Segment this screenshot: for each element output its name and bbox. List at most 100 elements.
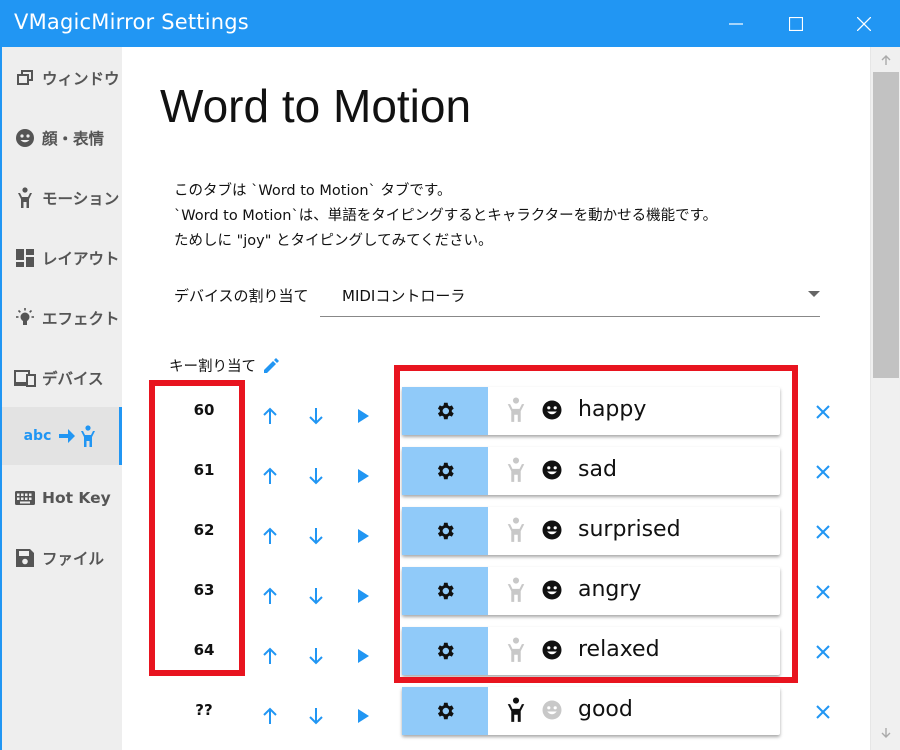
face-expression-icon bbox=[542, 700, 562, 720]
word-motion-row: 60 happy bbox=[122, 387, 870, 447]
move-up-button[interactable] bbox=[259, 705, 281, 727]
move-down-button[interactable] bbox=[305, 465, 327, 487]
sidebar-item-face[interactable]: 顔・表情 bbox=[2, 109, 122, 167]
move-up-button[interactable] bbox=[259, 525, 281, 547]
move-up-button[interactable] bbox=[259, 465, 281, 487]
sidebar-item-label: Hot Key bbox=[42, 489, 111, 507]
delete-button[interactable] bbox=[812, 461, 834, 483]
body-motion-icon bbox=[507, 637, 525, 662]
key-value[interactable]: 62 bbox=[184, 521, 224, 539]
close-icon bbox=[816, 585, 830, 599]
sidebar-item-file[interactable]: ファイル bbox=[2, 529, 122, 587]
delete-button[interactable] bbox=[812, 521, 834, 543]
close-icon bbox=[816, 405, 830, 419]
close-icon bbox=[816, 465, 830, 479]
motion-card[interactable]: relaxed bbox=[402, 627, 780, 675]
motion-word: surprised bbox=[578, 517, 681, 542]
play-button[interactable] bbox=[352, 705, 374, 727]
key-value[interactable]: 64 bbox=[184, 641, 224, 659]
motion-card[interactable]: sad bbox=[402, 447, 780, 495]
settings-button[interactable] bbox=[402, 387, 488, 435]
body-motion-icon bbox=[507, 577, 525, 602]
sidebar-item-window[interactable]: ウィンドウ bbox=[2, 49, 122, 107]
maximize-icon bbox=[789, 16, 803, 31]
word-motion-row: 63 angry bbox=[122, 567, 870, 627]
gear-icon bbox=[437, 642, 454, 660]
move-down-button[interactable] bbox=[305, 645, 327, 667]
motion-word: angry bbox=[578, 577, 642, 602]
word-motion-row: 61 sad bbox=[122, 447, 870, 507]
play-icon bbox=[358, 649, 369, 663]
minimize-button[interactable] bbox=[706, 0, 766, 47]
device-select[interactable]: MIDIコントローラ bbox=[320, 275, 820, 317]
motion-card[interactable]: good bbox=[402, 687, 780, 735]
play-button[interactable] bbox=[352, 465, 374, 487]
sidebar-item-word-to-motion[interactable]: abc bbox=[2, 407, 122, 465]
play-button[interactable] bbox=[352, 525, 374, 547]
motion-card[interactable]: angry bbox=[402, 567, 780, 615]
motion-card[interactable]: happy bbox=[402, 387, 780, 435]
keyboard-icon bbox=[14, 487, 36, 509]
arrow-up-icon bbox=[263, 527, 277, 544]
delete-button[interactable] bbox=[812, 401, 834, 423]
word-motion-row: 64 relaxed bbox=[122, 627, 870, 687]
description-line: ためしに "joy" とタイピングしてみてください。 bbox=[174, 233, 493, 249]
sidebar-item-layout[interactable]: レイアウト bbox=[2, 229, 122, 287]
sidebar-item-motion[interactable]: モーション bbox=[2, 169, 122, 227]
arrow-up-icon bbox=[263, 467, 277, 484]
gear-icon bbox=[437, 402, 454, 420]
motion-word: good bbox=[578, 697, 633, 722]
move-down-button[interactable] bbox=[305, 705, 327, 727]
move-down-button[interactable] bbox=[305, 405, 327, 427]
motion-word: relaxed bbox=[578, 637, 660, 662]
body-motion-icon bbox=[507, 397, 525, 422]
arrow-up-icon bbox=[263, 647, 277, 664]
maximize-button[interactable] bbox=[766, 0, 826, 47]
delete-button[interactable] bbox=[812, 581, 834, 603]
arrow-down-icon bbox=[309, 648, 323, 665]
arrow-down-icon bbox=[309, 408, 323, 425]
sidebar-item-hotkey[interactable]: Hot Key bbox=[2, 469, 122, 527]
move-up-button[interactable] bbox=[259, 405, 281, 427]
key-value[interactable]: 60 bbox=[184, 401, 224, 419]
sidebar-item-label: エフェクト bbox=[42, 310, 120, 328]
delete-button[interactable] bbox=[812, 701, 834, 723]
gear-icon bbox=[437, 522, 454, 540]
description: このタブは `Word to Motion` タブです。 `Word to Mo… bbox=[174, 179, 717, 254]
word-to-motion-icon bbox=[57, 424, 97, 448]
minimize-icon bbox=[729, 22, 743, 25]
arrow-down-icon bbox=[309, 588, 323, 605]
scroll-up-button[interactable] bbox=[871, 49, 900, 71]
settings-button[interactable] bbox=[402, 507, 488, 555]
close-button[interactable] bbox=[834, 0, 894, 47]
play-icon bbox=[358, 709, 369, 723]
page-title: Word to Motion bbox=[160, 80, 472, 132]
move-down-button[interactable] bbox=[305, 585, 327, 607]
sidebar-item-effect[interactable]: エフェクト bbox=[2, 289, 122, 347]
move-up-button[interactable] bbox=[259, 585, 281, 607]
settings-button[interactable] bbox=[402, 687, 488, 735]
lightbulb-icon bbox=[14, 307, 36, 329]
settings-button[interactable] bbox=[402, 567, 488, 615]
settings-button[interactable] bbox=[402, 447, 488, 495]
arrow-down-icon bbox=[881, 728, 891, 738]
word-motion-row: 62 surprised bbox=[122, 507, 870, 567]
key-value[interactable]: ?? bbox=[184, 701, 224, 719]
move-down-button[interactable] bbox=[305, 525, 327, 547]
arrow-up-icon bbox=[263, 587, 277, 604]
play-button[interactable] bbox=[352, 405, 374, 427]
key-value[interactable]: 61 bbox=[184, 461, 224, 479]
motion-card[interactable]: surprised bbox=[402, 507, 780, 555]
play-icon bbox=[358, 529, 369, 543]
scroll-down-button[interactable] bbox=[871, 722, 900, 744]
key-value[interactable]: 63 bbox=[184, 581, 224, 599]
delete-button[interactable] bbox=[812, 641, 834, 663]
play-button[interactable] bbox=[352, 645, 374, 667]
play-button[interactable] bbox=[352, 585, 374, 607]
scroll-thumb[interactable] bbox=[873, 72, 899, 378]
vertical-scrollbar[interactable] bbox=[870, 47, 900, 750]
pencil-icon[interactable] bbox=[262, 357, 280, 375]
move-up-button[interactable] bbox=[259, 645, 281, 667]
sidebar-item-devices[interactable]: デバイス bbox=[2, 349, 122, 407]
settings-button[interactable] bbox=[402, 627, 488, 675]
